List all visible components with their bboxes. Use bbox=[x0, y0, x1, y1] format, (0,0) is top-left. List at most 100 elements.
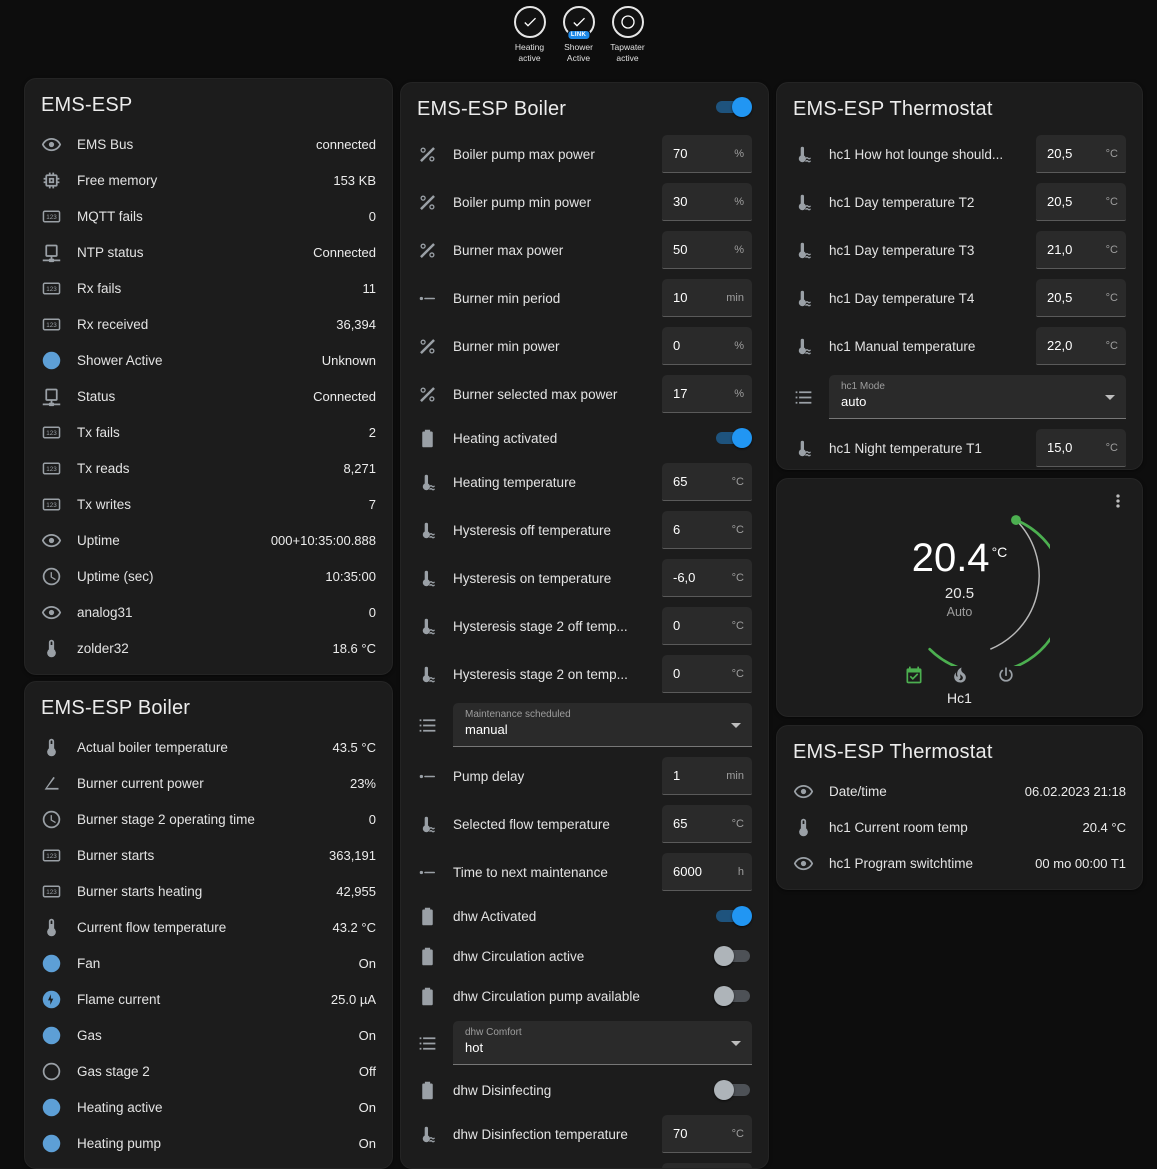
calendar-check-button[interactable] bbox=[904, 665, 924, 685]
number-input-hc1-day-temperature-t2[interactable]: 20,5 °C bbox=[1036, 183, 1126, 221]
counter-icon: 123 bbox=[41, 206, 62, 227]
entity-row-uptime-sec[interactable]: Uptime (sec) 10:35:00 bbox=[41, 558, 376, 594]
entity-row-shower-active[interactable]: Shower Active Unknown bbox=[41, 342, 376, 378]
entity-row-analog31[interactable]: analog31 0 bbox=[41, 594, 376, 630]
number-input-hysteresis-stage-2-off-temp[interactable]: 0 °C bbox=[662, 607, 752, 645]
control-row-selected-flow-temperature: Selected flow temperature 65 °C bbox=[417, 800, 752, 848]
entity-row-tx-fails[interactable]: 123 Tx fails 2 bbox=[41, 414, 376, 450]
input-unit: °C bbox=[1106, 196, 1118, 208]
circle-outline-icon bbox=[41, 1061, 62, 1082]
entity-name: Uptime (sec) bbox=[77, 569, 317, 584]
input-unit: °C bbox=[732, 620, 744, 632]
number-input-heating-temperature[interactable]: 65 °C bbox=[662, 463, 752, 501]
number-input-dhw-flow-temperature-offset[interactable]: 40 °C bbox=[662, 1163, 752, 1169]
toggle-dhw-disinfecting[interactable] bbox=[714, 1080, 752, 1100]
entity-row-zolder32[interactable]: zolder32 18.6 °C bbox=[41, 630, 376, 666]
number-input-boiler-pump-min-power[interactable]: 30 % bbox=[662, 183, 752, 221]
dial-handle[interactable] bbox=[1011, 515, 1021, 525]
entity-row-fan[interactable]: Fan On bbox=[41, 945, 376, 981]
select-dhw-comfort[interactable]: dhw Comfort hot bbox=[453, 1021, 752, 1065]
number-input-burner-min-period[interactable]: 10 min bbox=[662, 279, 752, 317]
power-button[interactable] bbox=[996, 665, 1016, 685]
check-circle-icon bbox=[41, 953, 62, 974]
entity-row-tx-writes[interactable]: 123 Tx writes 7 bbox=[41, 486, 376, 522]
entity-row-burner-starts[interactable]: 123 Burner starts 363,191 bbox=[41, 837, 376, 873]
angle-icon bbox=[41, 773, 62, 794]
ray-icon bbox=[417, 288, 438, 309]
number-input-dhw-disinfection-temperature[interactable]: 70 °C bbox=[662, 1115, 752, 1153]
entity-row-mqtt-fails[interactable]: 123 MQTT fails 0 bbox=[41, 198, 376, 234]
percent-icon bbox=[417, 336, 438, 357]
control-row-hysteresis-stage-2-off-temp: Hysteresis stage 2 off temp... 0 °C bbox=[417, 602, 752, 650]
status-badge-tapwater-active[interactable]: Tapwater active bbox=[605, 6, 651, 64]
number-input-hysteresis-off-temperature[interactable]: 6 °C bbox=[662, 511, 752, 549]
entity-row-tx-reads[interactable]: 123 Tx reads 8,271 bbox=[41, 450, 376, 486]
control-label: dhw Disinfecting bbox=[453, 1083, 714, 1098]
entity-row-heating-pump[interactable]: Heating pump On bbox=[41, 1125, 376, 1161]
control-row-hysteresis-stage-2-on-temp: Hysteresis stage 2 on temp... 0 °C bbox=[417, 650, 752, 698]
number-input-burner-max-power[interactable]: 50 % bbox=[662, 231, 752, 269]
card-ems-esp: EMS-ESP EMS Bus connected Free memory 15… bbox=[24, 78, 393, 675]
boiler-enabled-toggle[interactable] bbox=[714, 97, 752, 117]
fire-button[interactable] bbox=[950, 665, 970, 685]
control-label: hc1 Day temperature T3 bbox=[829, 243, 1036, 258]
number-input-hysteresis-on-temperature[interactable]: -6,0 °C bbox=[662, 559, 752, 597]
input-unit: % bbox=[734, 148, 744, 160]
entity-row-burner-current-power[interactable]: Burner current power 23% bbox=[41, 765, 376, 801]
number-input-pump-delay[interactable]: 1 min bbox=[662, 757, 752, 795]
number-input-hc1-manual-temperature[interactable]: 22,0 °C bbox=[1036, 327, 1126, 365]
status-label: Shower Active bbox=[556, 42, 602, 64]
input-value: 65 bbox=[673, 816, 687, 831]
input-unit: °C bbox=[1106, 292, 1118, 304]
entity-row-hc1-current-room-temp[interactable]: hc1 Current room temp 20.4 °C bbox=[793, 809, 1126, 845]
entity-state: 10:35:00 bbox=[325, 569, 376, 584]
check-circle-icon bbox=[41, 1133, 62, 1154]
number-input-hysteresis-stage-2-on-temp[interactable]: 0 °C bbox=[662, 655, 752, 693]
toggle-dhw-circulation-pump-available[interactable] bbox=[714, 986, 752, 1006]
toggle-dhw-circulation-active[interactable] bbox=[714, 946, 752, 966]
number-input-boiler-pump-max-power[interactable]: 70 % bbox=[662, 135, 752, 173]
entity-row-current-flow-temperature[interactable]: Current flow temperature 43.2 °C bbox=[41, 909, 376, 945]
entity-name: Burner starts heating bbox=[77, 884, 328, 899]
entity-row-uptime[interactable]: Uptime 000+10:35:00.888 bbox=[41, 522, 376, 558]
entity-row-ems-bus[interactable]: EMS Bus connected bbox=[41, 126, 376, 162]
toggle-heating-activated[interactable] bbox=[714, 428, 752, 448]
entity-row-free-memory[interactable]: Free memory 153 KB bbox=[41, 162, 376, 198]
entity-row-rx-fails[interactable]: 123 Rx fails 11 bbox=[41, 270, 376, 306]
number-input-hc1-night-temperature-t1[interactable]: 15,0 °C bbox=[1036, 429, 1126, 467]
entity-row-burner-starts-heating[interactable]: 123 Burner starts heating 42,955 bbox=[41, 873, 376, 909]
entity-row-gas[interactable]: Gas On bbox=[41, 1017, 376, 1053]
counter-icon: 123 bbox=[41, 314, 62, 335]
number-input-burner-min-power[interactable]: 0 % bbox=[662, 327, 752, 365]
thermostat-dial[interactable]: 20.4°C 20.5 Auto bbox=[870, 486, 1050, 666]
control-label: dhw Activated bbox=[453, 909, 714, 924]
select-hc1-mode[interactable]: hc1 Mode auto bbox=[829, 375, 1126, 419]
number-input-hc1-how-hot-lounge-should[interactable]: 20,5 °C bbox=[1036, 135, 1126, 173]
number-input-time-to-next-maintenance[interactable]: 6000 h bbox=[662, 853, 752, 891]
entity-row-actual-boiler-temperature[interactable]: Actual boiler temperature 43.5 °C bbox=[41, 729, 376, 765]
entity-row-gas-stage-2[interactable]: Gas stage 2 Off bbox=[41, 1053, 376, 1089]
entity-row-hc1-program-switchtime[interactable]: hc1 Program switchtime 00 mo 00:00 T1 bbox=[793, 845, 1126, 881]
thermostat-card: 20.4°C 20.5 Auto Hc1 bbox=[776, 478, 1143, 717]
toggle-dhw-activated[interactable] bbox=[714, 906, 752, 926]
entity-row-burner-stage-2-operating-time[interactable]: Burner stage 2 operating time 0 bbox=[41, 801, 376, 837]
entity-row-ntp-status[interactable]: NTP status Connected bbox=[41, 234, 376, 270]
control-row-dhw-comfort: dhw Comfort hot bbox=[417, 1016, 752, 1070]
entity-row-date-time[interactable]: Date/time 06.02.2023 21:18 bbox=[793, 773, 1126, 809]
link-badge: LINK bbox=[567, 30, 590, 40]
dial-svg bbox=[870, 486, 1050, 666]
number-input-hc1-day-temperature-t4[interactable]: 20,5 °C bbox=[1036, 279, 1126, 317]
number-input-hc1-day-temperature-t3[interactable]: 21,0 °C bbox=[1036, 231, 1126, 269]
status-badge-shower-active[interactable]: LINK Shower Active bbox=[556, 6, 602, 64]
entity-row-heating-active[interactable]: Heating active On bbox=[41, 1089, 376, 1125]
more-options-button[interactable] bbox=[1108, 491, 1130, 513]
entity-row-rx-received[interactable]: 123 Rx received 36,394 bbox=[41, 306, 376, 342]
select-maintenance-scheduled[interactable]: Maintenance scheduled manual bbox=[453, 703, 752, 747]
input-unit: °C bbox=[1106, 148, 1118, 160]
entity-row-status[interactable]: Status Connected bbox=[41, 378, 376, 414]
number-input-selected-flow-temperature[interactable]: 65 °C bbox=[662, 805, 752, 843]
entity-row-flame-current[interactable]: Flame current 25.0 µA bbox=[41, 981, 376, 1017]
status-badge-heating-active[interactable]: Heating active bbox=[507, 6, 553, 64]
entity-name: Heating active bbox=[77, 1100, 351, 1115]
number-input-burner-selected-max-power[interactable]: 17 % bbox=[662, 375, 752, 413]
